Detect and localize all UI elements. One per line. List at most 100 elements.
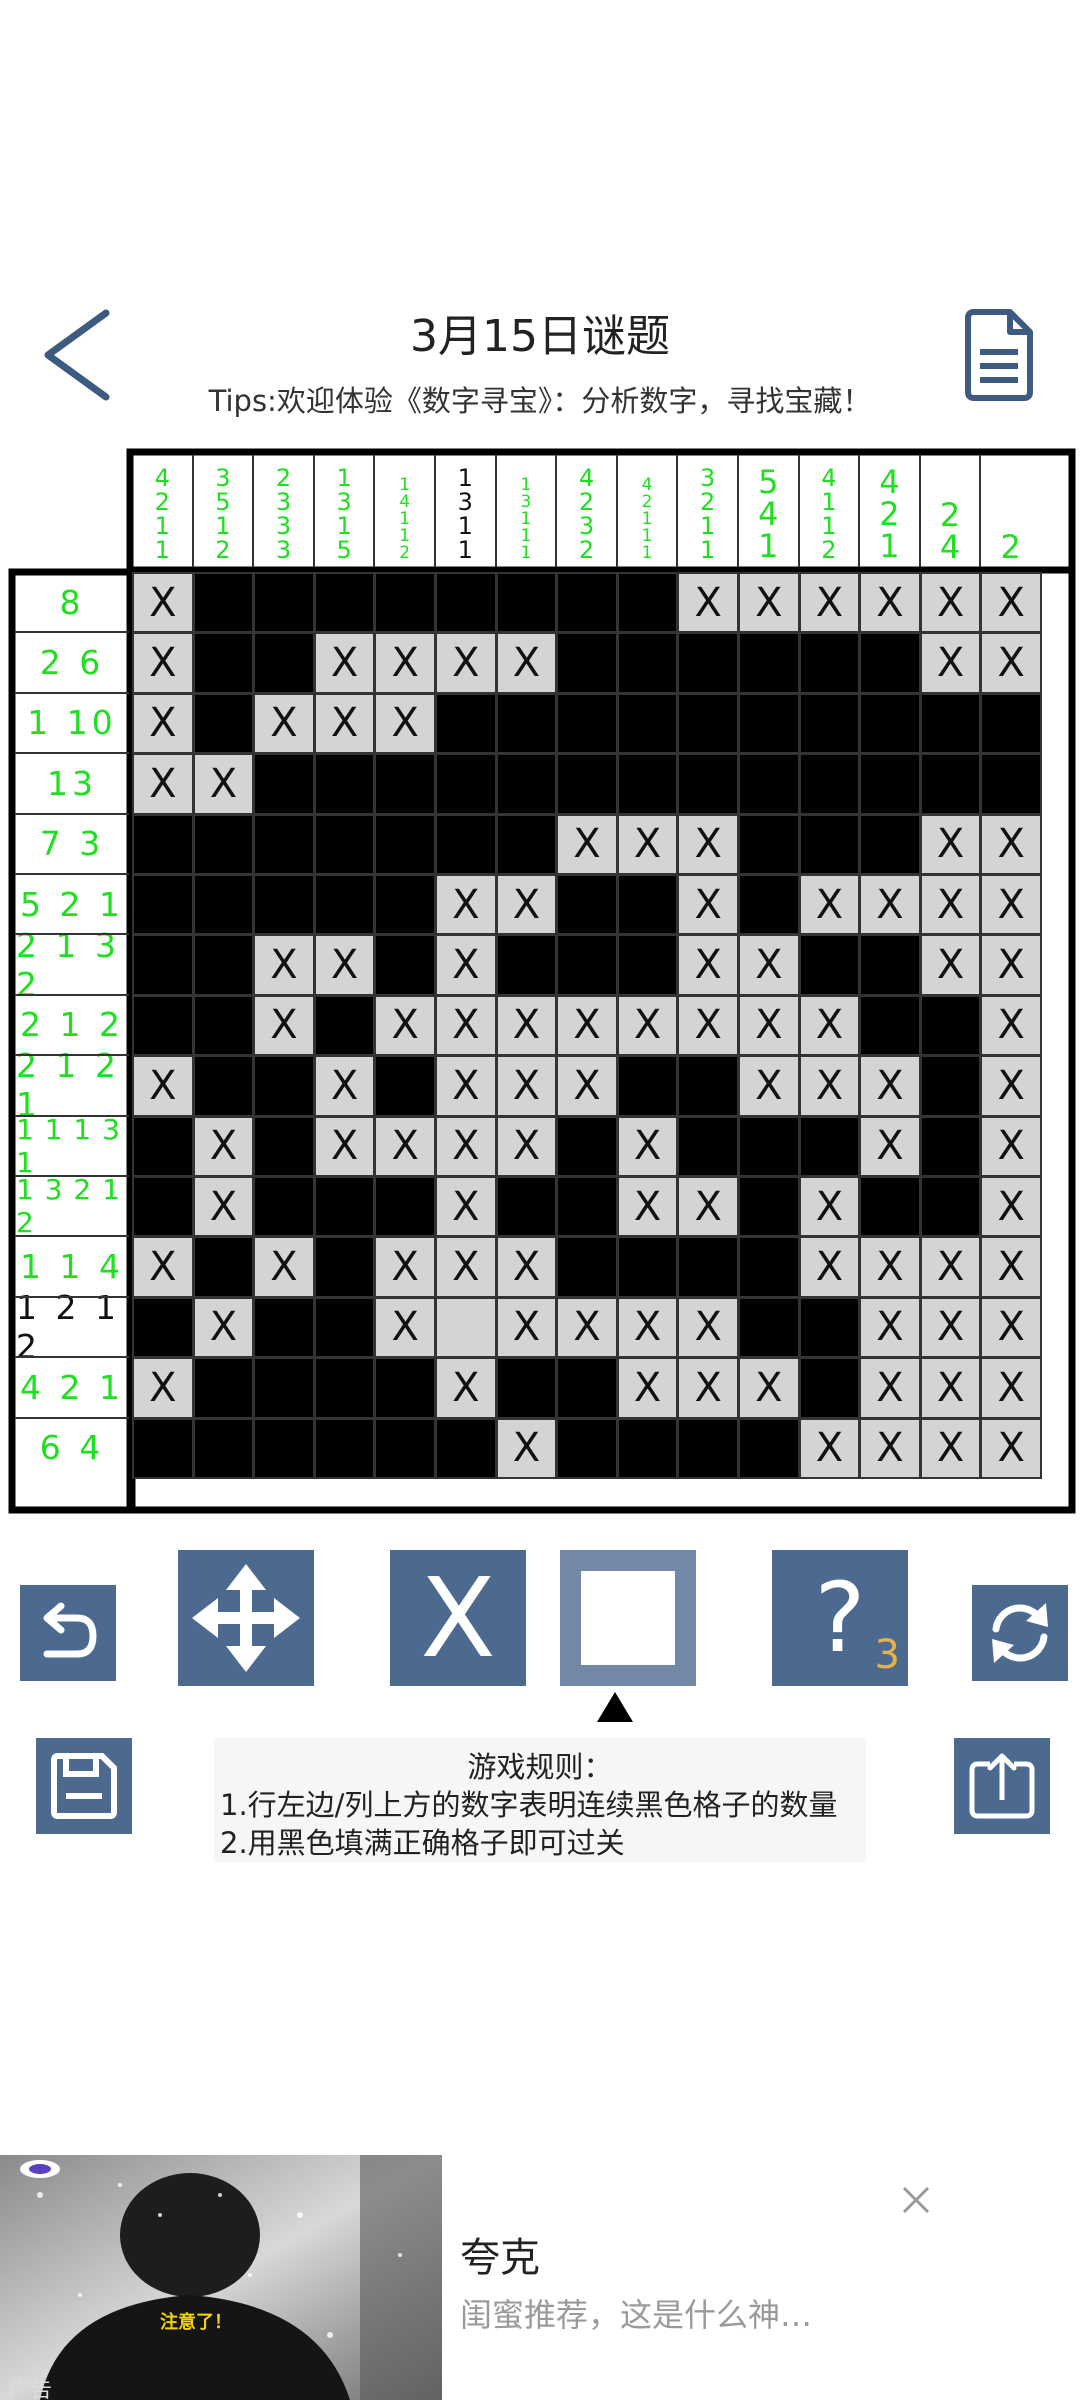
grid-cell[interactable] xyxy=(616,1296,679,1359)
grid-cell[interactable] xyxy=(738,874,800,936)
grid-cell[interactable] xyxy=(798,692,861,755)
grid-cell[interactable] xyxy=(738,1055,800,1117)
grid-cell[interactable] xyxy=(313,994,376,1057)
grid-cell[interactable] xyxy=(495,632,558,694)
grid-cell[interactable] xyxy=(374,753,436,815)
grid-cell[interactable] xyxy=(980,1357,1042,1419)
grid-cell[interactable] xyxy=(192,572,255,634)
grid-cell[interactable] xyxy=(677,1296,739,1359)
grid-cell[interactable] xyxy=(435,1115,497,1177)
grid-cell[interactable] xyxy=(616,1055,679,1117)
grid-cell[interactable] xyxy=(677,874,739,936)
grid-cell[interactable] xyxy=(980,1296,1042,1359)
reset-button[interactable] xyxy=(972,1585,1068,1681)
grid-cell[interactable] xyxy=(556,1055,618,1117)
grid-cell[interactable] xyxy=(616,1357,679,1419)
grid-cell[interactable] xyxy=(435,632,497,694)
grid-cell[interactable] xyxy=(192,1296,255,1359)
grid-cell[interactable] xyxy=(253,572,315,634)
grid-cell[interactable] xyxy=(313,813,376,875)
grid-cell[interactable] xyxy=(798,1115,861,1177)
grid-cell[interactable] xyxy=(677,1417,739,1479)
grid-cell[interactable] xyxy=(313,692,376,755)
grid-cell[interactable] xyxy=(495,692,558,755)
grid-cell[interactable] xyxy=(980,1236,1042,1298)
grid-cell[interactable] xyxy=(556,934,618,996)
grid-cell[interactable] xyxy=(192,994,255,1057)
grid-cell[interactable] xyxy=(859,1296,921,1359)
grid-cell[interactable] xyxy=(253,994,315,1057)
grid-cell[interactable] xyxy=(616,692,679,755)
grid-cell[interactable] xyxy=(616,994,679,1057)
grid-cell[interactable] xyxy=(435,1236,497,1298)
grid-cell[interactable] xyxy=(919,753,982,815)
grid-cell[interactable] xyxy=(798,1055,861,1117)
grid-cell[interactable] xyxy=(859,692,921,755)
grid-cell[interactable] xyxy=(132,1357,194,1419)
grid-cell[interactable] xyxy=(495,1115,558,1177)
grid-cell[interactable] xyxy=(435,1417,497,1479)
grid-cell[interactable] xyxy=(556,692,618,755)
grid-cell[interactable] xyxy=(859,753,921,815)
grid-cell[interactable] xyxy=(677,934,739,996)
grid-cell[interactable] xyxy=(738,753,800,815)
grid-cell[interactable] xyxy=(677,1176,739,1238)
grid-cell[interactable] xyxy=(192,753,255,815)
grid-cell[interactable] xyxy=(798,1417,861,1479)
grid-cell[interactable] xyxy=(374,692,436,755)
grid-cell[interactable] xyxy=(132,632,194,694)
grid-cell[interactable] xyxy=(677,1357,739,1419)
grid-cell[interactable] xyxy=(435,813,497,875)
grid-cell[interactable] xyxy=(374,1055,436,1117)
grid-cell[interactable] xyxy=(919,1417,982,1479)
grid-cell[interactable] xyxy=(919,934,982,996)
grid-cell[interactable] xyxy=(253,1176,315,1238)
grid-cell[interactable] xyxy=(677,753,739,815)
grid-cell[interactable] xyxy=(980,692,1042,755)
grid-cell[interactable] xyxy=(798,753,861,815)
grid-cell[interactable] xyxy=(435,1176,497,1238)
grid-cell[interactable] xyxy=(132,1055,194,1117)
grid-cell[interactable] xyxy=(374,1236,436,1298)
grid-cell[interactable] xyxy=(616,813,679,875)
grid-cell[interactable] xyxy=(253,813,315,875)
grid-cell[interactable] xyxy=(313,1417,376,1479)
grid-cell[interactable] xyxy=(980,1055,1042,1117)
grid-cell[interactable] xyxy=(919,632,982,694)
grid-cell[interactable] xyxy=(980,572,1042,634)
grid-cell[interactable] xyxy=(556,1176,618,1238)
grid-cell[interactable] xyxy=(495,1176,558,1238)
grid-cell[interactable] xyxy=(919,874,982,936)
grid-cell[interactable] xyxy=(556,572,618,634)
grid-cell[interactable] xyxy=(374,1176,436,1238)
grid-cell[interactable] xyxy=(859,994,921,1057)
grid-cell[interactable] xyxy=(859,934,921,996)
grid-cell[interactable] xyxy=(556,1357,618,1419)
ad-description[interactable]: 闺蜜推荐，这是什么神… xyxy=(460,2290,812,2336)
grid-cell[interactable] xyxy=(738,632,800,694)
grid-cell[interactable] xyxy=(919,994,982,1057)
grid-cell[interactable] xyxy=(859,632,921,694)
grid-cell[interactable] xyxy=(677,1055,739,1117)
grid-cell[interactable] xyxy=(798,1236,861,1298)
grid-cell[interactable] xyxy=(132,813,194,875)
grid-cell[interactable] xyxy=(495,1417,558,1479)
grid-cell[interactable] xyxy=(374,1115,436,1177)
mark-x-button[interactable]: X xyxy=(390,1550,526,1686)
grid-cell[interactable] xyxy=(859,1357,921,1419)
grid-cell[interactable] xyxy=(798,1176,861,1238)
grid-cell[interactable] xyxy=(859,572,921,634)
grid-cell[interactable] xyxy=(738,1417,800,1479)
grid-cell[interactable] xyxy=(616,1176,679,1238)
grid-cell[interactable] xyxy=(798,874,861,936)
grid-cell[interactable] xyxy=(798,632,861,694)
grid-cell[interactable] xyxy=(132,874,194,936)
grid-cell[interactable] xyxy=(556,1296,618,1359)
grid-cell[interactable] xyxy=(616,1236,679,1298)
grid-cell[interactable] xyxy=(556,753,618,815)
grid-cell[interactable] xyxy=(495,994,558,1057)
grid-cell[interactable] xyxy=(253,1296,315,1359)
grid-cell[interactable] xyxy=(738,692,800,755)
grid-cell[interactable] xyxy=(374,1296,436,1359)
grid-cell[interactable] xyxy=(980,753,1042,815)
